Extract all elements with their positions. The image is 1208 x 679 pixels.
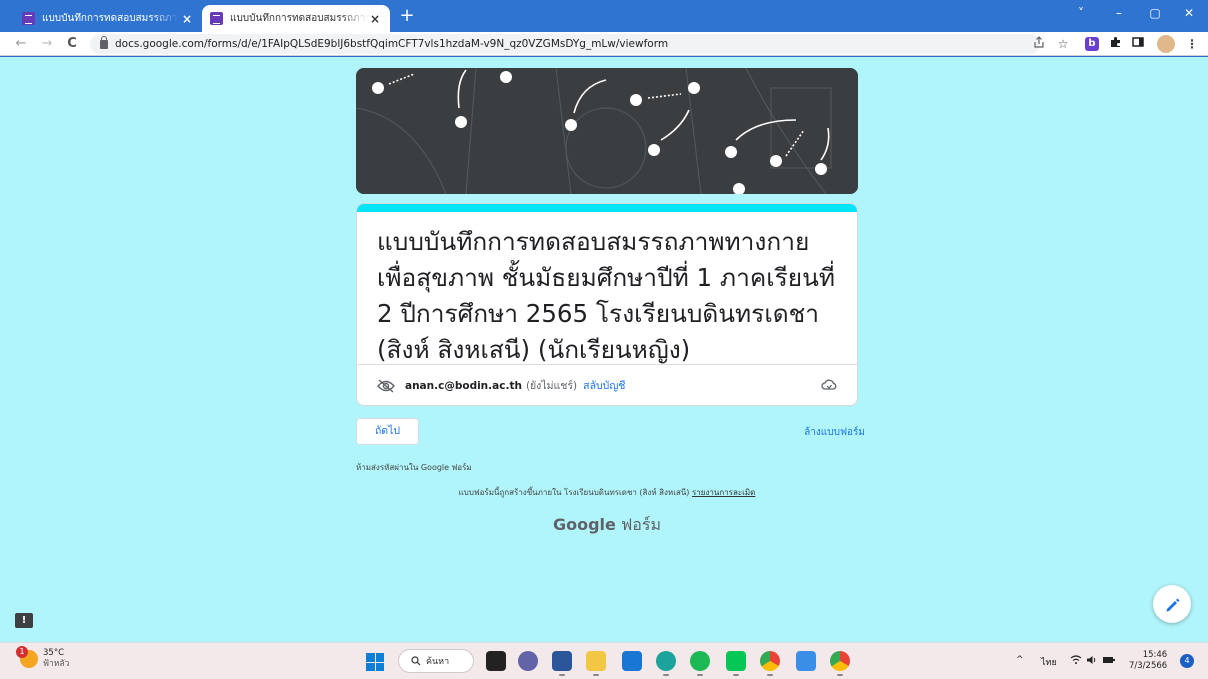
footer-note: แบบฟอร์มนี้ถูกสร้างขึ้นภายใน โรงเรียนบดิ… (356, 486, 858, 499)
share-icon[interactable] (1031, 36, 1047, 52)
form-page: แบบบันทึกการทดสอบสมรรถภาพทางกายเพื่อสุขภ… (0, 57, 1208, 642)
account-row: anan.c@bodin.ac.th (ยังไม่แชร์) สลับบัญช… (357, 364, 857, 405)
close-window-button[interactable]: ✕ (1174, 6, 1204, 20)
clear-form-link[interactable]: ล้างแบบฟอร์ม (770, 425, 865, 440)
form-header-image (356, 68, 858, 194)
switch-account-link[interactable]: สลับบัญชี (583, 377, 625, 394)
weather-sun-icon: 1 (16, 646, 38, 668)
spotify-icon[interactable] (690, 651, 710, 676)
url-text: docs.google.com/forms/d/e/1FAIpQLSdE9blJ… (115, 38, 669, 50)
task-view-icon[interactable] (486, 651, 506, 671)
google-logo-text: Google (552, 515, 616, 534)
volume-icon[interactable] (1086, 655, 1098, 668)
pencil-icon (1166, 598, 1180, 612)
restore-button[interactable]: ▢ (1140, 6, 1170, 20)
report-abuse-link[interactable]: รายงานการละเมิด (692, 488, 755, 497)
teams-chat-icon[interactable] (518, 651, 538, 671)
google-forms-favicon-icon (210, 12, 223, 25)
account-share-status: (ยังไม่แชร์) (525, 380, 578, 392)
clock-time: 15:46 (1142, 650, 1168, 660)
lock-icon (100, 35, 108, 49)
browser-toolbar: ← → C docs.google.com/forms/d/e/1FAIpQLS… (0, 32, 1208, 56)
wifi-icon[interactable] (1070, 655, 1082, 668)
extension-b-icon[interactable]: b (1085, 37, 1099, 51)
google-forms-logo[interactable]: Google ฟอร์ม (356, 513, 858, 538)
footer-text: แบบฟอร์มนี้ถูกสร้างขึ้นภายใน โรงเรียนบดิ… (458, 488, 690, 497)
extensions-puzzle-icon[interactable] (1108, 36, 1124, 52)
edge-browser-icon[interactable] (656, 651, 676, 676)
cloud-save-icon (821, 379, 837, 390)
photos-app-icon[interactable] (796, 651, 816, 671)
form-title-card: แบบบันทึกการทดสอบสมรรถภาพทางกายเพื่อสุขภ… (356, 203, 858, 406)
form-title: แบบบันทึกการทดสอบสมรรถภาพทางกายเพื่อสุขภ… (377, 227, 836, 364)
browser-tab-1[interactable]: แบบบันทึกการทดสอบสมรรถภาพทางกาย × (14, 5, 202, 32)
word-app-icon[interactable] (552, 651, 572, 676)
chrome-browser-icon[interactable] (830, 651, 850, 676)
battery-icon[interactable] (1102, 655, 1116, 668)
account-email: anan.c@bodin.ac.th (405, 379, 522, 392)
new-tab-button[interactable]: + (396, 5, 418, 27)
back-button[interactable]: ← (12, 35, 30, 53)
mail-app-icon[interactable] (622, 651, 642, 671)
chrome-profile-1-icon[interactable] (760, 651, 780, 676)
tab-close-icon[interactable]: × (180, 12, 194, 26)
next-button[interactable]: ถัดไป (356, 418, 419, 445)
password-warning: ห้ามส่งรหัสผ่านใน Google ฟอร์ม (356, 463, 472, 472)
tab-search-icon[interactable]: ˅ (1066, 6, 1096, 20)
search-label: ค้นหา (426, 657, 450, 667)
forms-logo-text: ฟอร์ม (620, 515, 662, 534)
reload-button[interactable]: C (63, 35, 81, 53)
browser-tab-2[interactable]: แบบบันทึกการทดสอบสมรรถภาพทางกาย × (202, 5, 390, 32)
minimize-button[interactable]: – (1104, 6, 1134, 20)
google-forms-favicon-icon (22, 12, 35, 25)
tab-close-icon[interactable]: × (368, 12, 382, 26)
browser-tab-strip: แบบบันทึกการทดสอบสมรรถภาพทางกาย × แบบบัน… (0, 0, 1208, 32)
not-shared-eye-icon (377, 378, 395, 393)
line-app-icon[interactable] (726, 651, 746, 676)
chrome-menu-icon[interactable]: ⋮ (1184, 36, 1200, 52)
clock-date: 7/3/2566 (1129, 661, 1168, 671)
address-bar[interactable]: docs.google.com/forms/d/e/1FAIpQLSdE9blJ… (90, 34, 1040, 54)
file-explorer-icon[interactable] (586, 651, 606, 676)
weather-description: ฟ้าหลัว (43, 659, 70, 669)
profile-avatar[interactable] (1157, 35, 1175, 53)
system-clock[interactable]: 15:46 7/3/2566 (1129, 650, 1167, 672)
side-panel-icon[interactable] (1130, 36, 1146, 52)
edit-response-button[interactable] (1153, 585, 1191, 623)
input-language[interactable]: ไทย (1041, 655, 1057, 669)
weather-widget[interactable]: 1 35°C ฟ้าหลัว (16, 646, 70, 670)
taskbar-search[interactable]: ค้นหา (398, 649, 474, 673)
bookmark-star-icon[interactable]: ☆ (1055, 36, 1071, 52)
temperature: 35°C (43, 648, 65, 658)
tab-title: แบบบันทึกการทดสอบสมรรถภาพทางกาย (230, 13, 368, 24)
search-icon (411, 656, 421, 666)
windows-taskbar: 1 35°C ฟ้าหลัว ค้นหา ^ ไทย 15:46 7/3/256… (0, 642, 1208, 679)
title-card-accent-bar (357, 204, 857, 212)
feedback-icon[interactable]: ! (15, 613, 33, 628)
start-windows-icon[interactable] (366, 653, 384, 671)
notification-badge[interactable]: 4 (1180, 654, 1194, 668)
forward-button[interactable]: → (38, 35, 56, 53)
tab-title: แบบบันทึกการทดสอบสมรรถภาพทางกาย (42, 13, 180, 24)
weather-alert-badge: 1 (16, 646, 28, 658)
tray-overflow-chevron-icon[interactable]: ^ (1016, 655, 1024, 665)
